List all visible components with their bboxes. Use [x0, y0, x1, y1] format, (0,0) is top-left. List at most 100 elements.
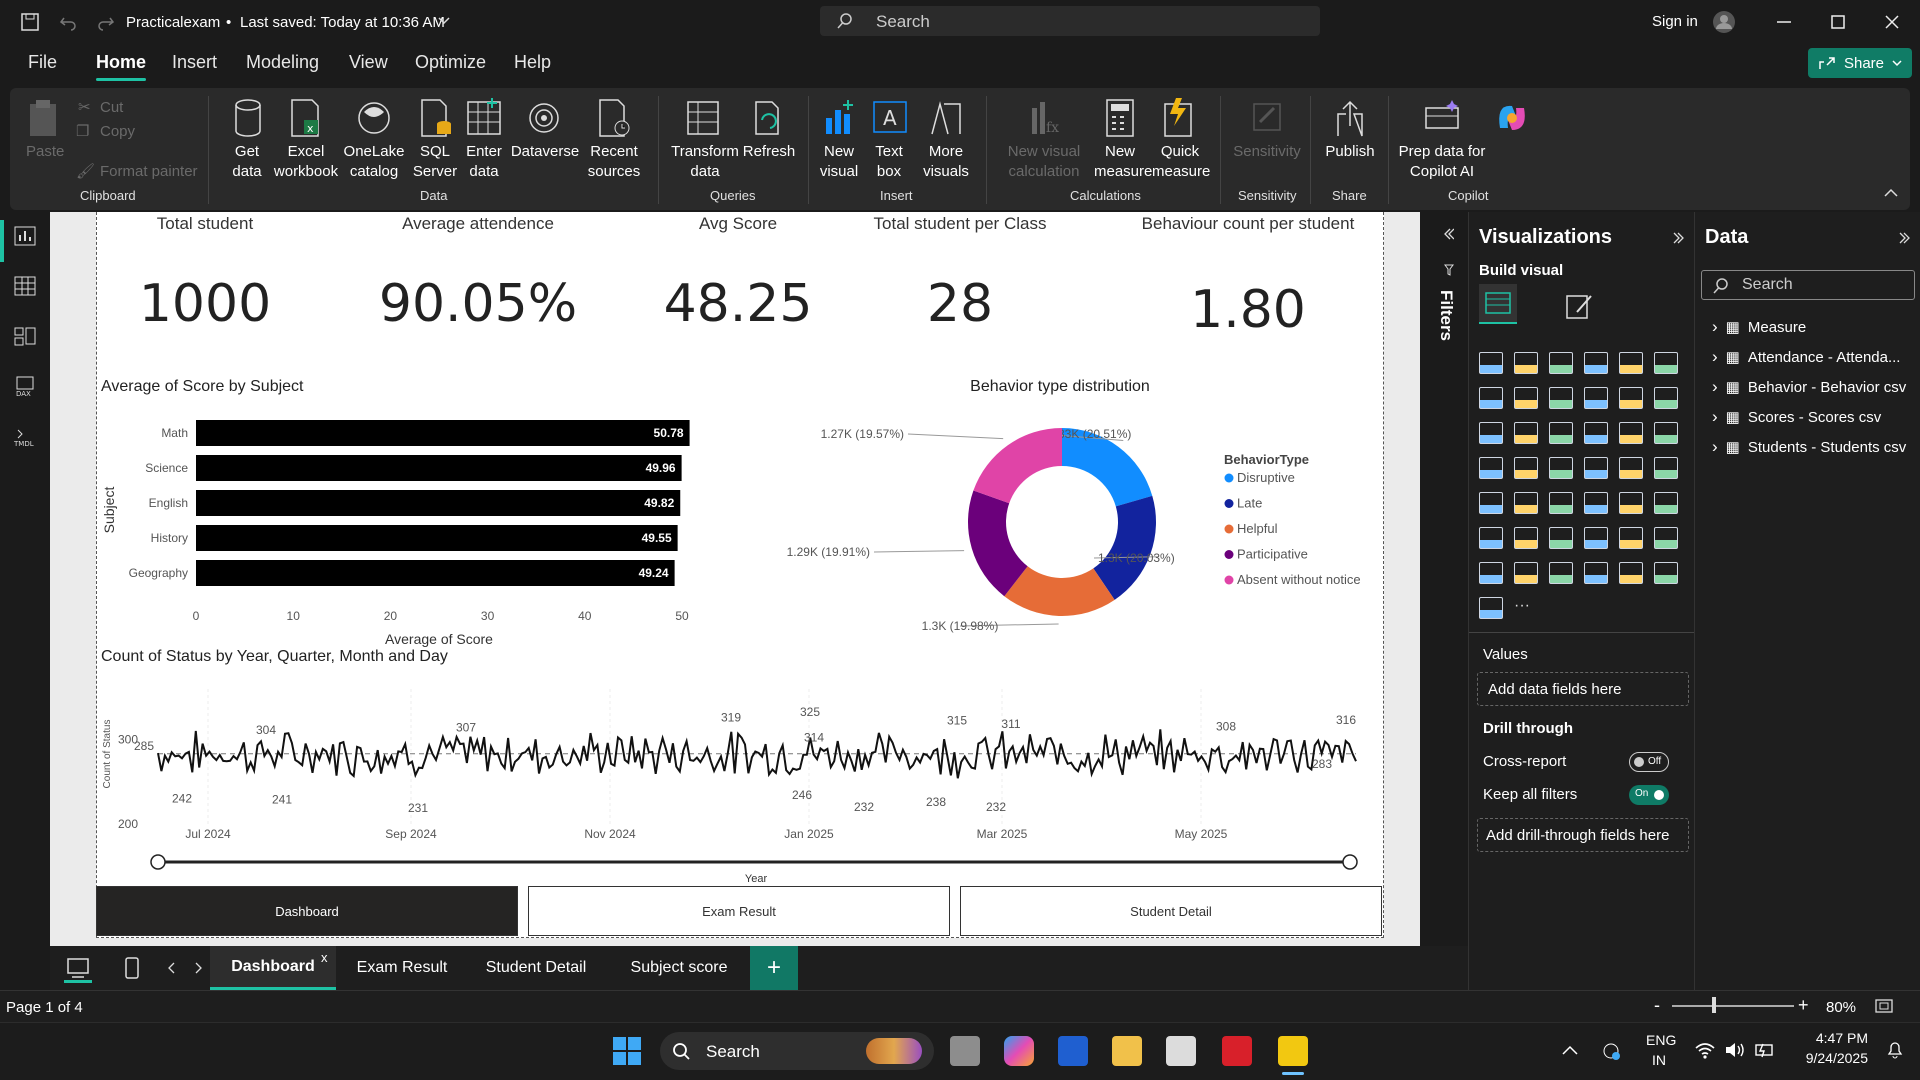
data-table-item[interactable]: › ▦ Behavior - Behavior csv: [1712, 377, 1906, 397]
nav-exam-result-button[interactable]: Exam Result: [528, 886, 950, 936]
decomp-tree-visual-icon[interactable]: [1514, 527, 1538, 549]
prev-page-icon[interactable]: [166, 962, 176, 974]
menu-view[interactable]: View: [349, 52, 388, 73]
taskbar-search[interactable]: Search: [660, 1032, 934, 1070]
python-visual-icon[interactable]: [1654, 492, 1678, 514]
windows-start-icon[interactable]: [612, 1036, 642, 1066]
funnel-visual-icon[interactable]: [1514, 422, 1538, 444]
menu-file[interactable]: File: [28, 52, 57, 73]
language-code[interactable]: ENG: [1646, 1032, 1676, 1048]
avatar-icon[interactable]: [1712, 10, 1736, 34]
get-data-button[interactable]: Get data: [222, 142, 272, 182]
new-visual-calculation-button[interactable]: New visual calculation: [1004, 142, 1084, 182]
menu-modeling[interactable]: Modeling: [246, 52, 319, 73]
gauge-visual-icon[interactable]: [1584, 457, 1608, 479]
publish-button[interactable]: Publish: [1320, 142, 1380, 162]
office-app-icon[interactable]: [1222, 1036, 1252, 1066]
nav-dashboard-button[interactable]: Dashboard: [96, 886, 518, 936]
chevron-left-icon[interactable]: [1442, 228, 1454, 240]
format-painter-button[interactable]: Format painter: [100, 162, 198, 182]
search-box[interactable]: Search: [820, 6, 1320, 36]
data-table-item[interactable]: › ▦ Students - Students csv: [1712, 437, 1906, 457]
stacked-column-visual-icon[interactable]: [1514, 352, 1538, 374]
sign-in-link[interactable]: Sign in: [1652, 13, 1698, 30]
share-button[interactable]: Share: [1808, 48, 1912, 78]
network-status-icon[interactable]: [1600, 1040, 1622, 1062]
undo-icon[interactable]: [58, 12, 78, 32]
new-visual-button[interactable]: New visual: [816, 142, 862, 182]
table-visual-icon[interactable]: [1549, 492, 1573, 514]
fit-to-page-icon[interactable]: [1874, 997, 1894, 1015]
fabric-visual-icon[interactable]: [1479, 597, 1503, 619]
tab-student-detail[interactable]: Student Detail: [468, 946, 604, 990]
key-influencers-visual-icon[interactable]: [1479, 527, 1503, 549]
drill-through-well[interactable]: Add drill-through fields here: [1477, 818, 1689, 852]
collapse-ribbon-icon[interactable]: [1884, 188, 1898, 198]
zoom-in-button[interactable]: +: [1798, 995, 1809, 1016]
data-table-item[interactable]: › ▦ Scores - Scores csv: [1712, 407, 1881, 427]
scatter-visual-icon[interactable]: [1549, 422, 1573, 444]
r-visual-visual-icon[interactable]: [1619, 492, 1643, 514]
tab-dashboard[interactable]: Dashboard: [210, 946, 336, 990]
data-table-item[interactable]: › ▦ Attendance - Attenda...: [1712, 347, 1900, 367]
mobile-layout-icon[interactable]: [124, 956, 140, 980]
tab-subject-score[interactable]: Subject score: [612, 946, 746, 990]
100-column-visual-icon[interactable]: [1654, 352, 1678, 374]
chevron-right-icon[interactable]: [1899, 232, 1911, 244]
chevron-right-icon[interactable]: ›: [1712, 407, 1718, 426]
100-bar-visual-icon[interactable]: [1619, 352, 1643, 374]
text-box-button[interactable]: Text box: [868, 142, 910, 182]
chevron-right-icon[interactable]: ›: [1712, 377, 1718, 396]
sparkle-visual-icon[interactable]: [1549, 562, 1573, 584]
quick-measure-button[interactable]: Quick measure: [1152, 142, 1210, 182]
transform-data-button[interactable]: Transform data: [670, 142, 740, 182]
prep-data-copilot-button[interactable]: Prep data for Copilot AI: [1394, 142, 1490, 182]
pen-app-icon[interactable]: [1058, 1036, 1088, 1066]
report-view-icon[interactable]: [14, 226, 36, 246]
card-visual-icon[interactable]: [1619, 457, 1643, 479]
save-icon[interactable]: [20, 12, 40, 32]
sensitivity-button[interactable]: Sensitivity: [1232, 142, 1302, 162]
donut-visual-icon[interactable]: [1619, 422, 1643, 444]
waterfall-visual-icon[interactable]: [1479, 422, 1503, 444]
close-icon[interactable]: [1884, 14, 1900, 30]
ribbon-visual-icon[interactable]: [1654, 387, 1678, 409]
copilot-app-icon[interactable]: [1004, 1036, 1034, 1066]
line-column-visual-icon[interactable]: [1619, 387, 1643, 409]
chevron-right-icon[interactable]: ›: [1712, 437, 1718, 456]
paste-button[interactable]: Paste: [26, 142, 64, 162]
pie-visual-icon[interactable]: [1584, 422, 1608, 444]
multirow-card-visual-icon[interactable]: [1654, 457, 1678, 479]
filters-label[interactable]: Filters: [1436, 290, 1456, 341]
qa-visual-icon[interactable]: [1549, 527, 1573, 549]
smart-narrative-visual-icon[interactable]: [1584, 527, 1608, 549]
add-page-button[interactable]: +: [750, 946, 798, 990]
dataverse-button[interactable]: Dataverse: [508, 142, 582, 162]
power-bi-app-icon[interactable]: [1278, 1036, 1308, 1066]
minimize-icon[interactable]: [1776, 16, 1792, 28]
matrix-visual-icon[interactable]: [1584, 492, 1608, 514]
zoom-slider[interactable]: [1672, 1005, 1794, 1007]
zoom-slider-thumb[interactable]: [1712, 997, 1716, 1013]
power-automate-visual-icon[interactable]: [1514, 562, 1538, 584]
enter-data-button[interactable]: Enter data: [462, 142, 506, 182]
redo-icon[interactable]: [96, 12, 116, 32]
filters-pane-collapsed[interactable]: Filters: [1428, 212, 1468, 946]
stacked-area-visual-icon[interactable]: [1549, 387, 1573, 409]
slicer-visual-icon[interactable]: [1514, 492, 1538, 514]
desktop-layout-icon[interactable]: [66, 956, 90, 980]
powerbi-visual-icon[interactable]: ···: [1514, 597, 1538, 619]
100-area-visual-icon[interactable]: [1584, 387, 1608, 409]
cut-button[interactable]: Cut: [100, 98, 123, 118]
map2-visual-icon[interactable]: [1619, 562, 1643, 584]
clock-time[interactable]: 4:47 PM: [1798, 1030, 1868, 1046]
dax-query-view-icon[interactable]: DAX: [14, 376, 36, 396]
volume-icon[interactable]: [1724, 1040, 1746, 1060]
line-visual-icon[interactable]: [1479, 387, 1503, 409]
arc-visual-icon[interactable]: [1654, 562, 1678, 584]
model-view-icon[interactable]: [14, 326, 36, 346]
stacked-bar-visual-icon[interactable]: [1479, 352, 1503, 374]
clock-date[interactable]: 9/24/2025: [1786, 1050, 1868, 1066]
build-visual-tab[interactable]: [1479, 284, 1517, 324]
chevron-down-icon[interactable]: [438, 16, 450, 26]
